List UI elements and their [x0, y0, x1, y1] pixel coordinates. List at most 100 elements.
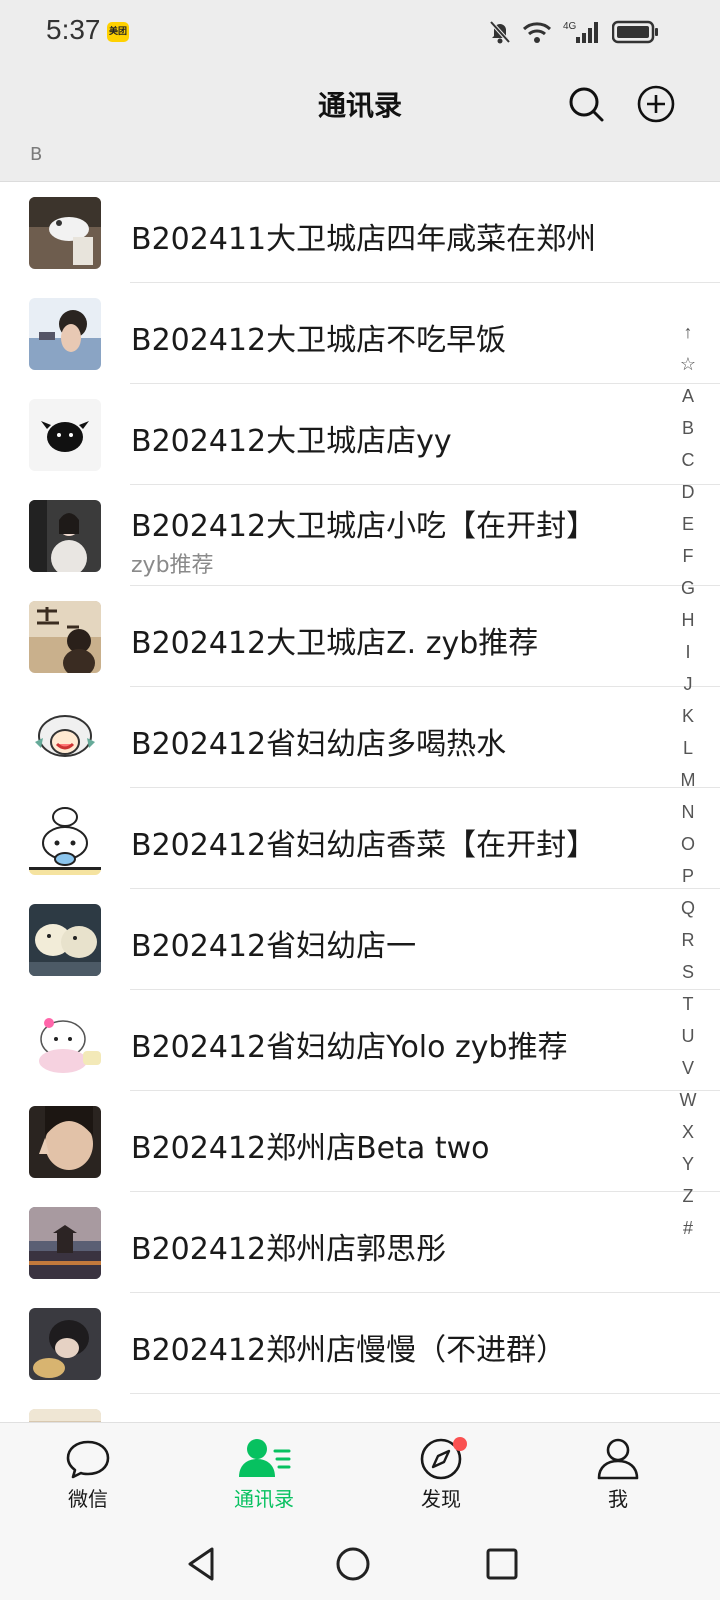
index-letter[interactable]: U — [676, 1020, 700, 1052]
index-letter[interactable]: K — [676, 700, 700, 732]
battery-icon — [612, 20, 658, 44]
contact-list[interactable]: B202411大卫城店四年咸菜在郑州 B202412大卫城店不吃早饭 B2024… — [0, 182, 720, 1495]
contact-row[interactable]: B202412大卫城店小吃【在开封】 zyb推荐 — [0, 485, 720, 586]
avatar — [29, 500, 101, 572]
home-circle-icon — [336, 1547, 370, 1581]
contact-note: zyb推荐 — [131, 553, 214, 578]
contact-name: B202412大卫城店不吃早饭 — [131, 323, 507, 358]
index-letter[interactable]: V — [676, 1052, 700, 1084]
tab-chats[interactable]: 微信 — [28, 1437, 148, 1512]
recents-square-icon — [486, 1548, 518, 1580]
contact-name: B202411大卫城店四年咸菜在郑州 — [131, 222, 597, 257]
index-letter[interactable]: E — [676, 508, 700, 540]
contact-row[interactable]: B202412大卫城店店yy — [0, 384, 720, 485]
avatar — [29, 399, 101, 471]
index-letter[interactable]: G — [676, 572, 700, 604]
tab-me[interactable]: 我 — [558, 1437, 678, 1512]
mute-bell-icon — [489, 20, 511, 44]
avatar — [29, 197, 101, 269]
index-letter[interactable]: O — [676, 828, 700, 860]
status-time: 5:37 — [46, 14, 101, 45]
status-icons: 4G — [488, 18, 660, 46]
person-icon — [597, 1438, 639, 1480]
tab-label: 发现 — [421, 1487, 461, 1511]
contact-name: B202412大卫城店店yy — [131, 424, 452, 459]
contact-row[interactable]: B202412省妇幼店一 — [0, 889, 720, 990]
avatar — [29, 904, 101, 976]
notification-dot — [453, 1437, 467, 1451]
avatar — [29, 1207, 101, 1279]
contact-name: B202412省妇幼店多喝热水 — [131, 727, 507, 762]
contact-name: B202412省妇幼店一 — [131, 929, 417, 964]
index-letter[interactable]: N — [676, 796, 700, 828]
contact-row[interactable]: B202412郑州店郭思彤 — [0, 1192, 720, 1293]
add-button[interactable] — [636, 84, 676, 124]
tab-label: 我 — [608, 1487, 628, 1511]
index-letter[interactable]: C — [676, 444, 700, 476]
index-letter[interactable]: Y — [676, 1148, 700, 1180]
index-letter[interactable]: X — [676, 1116, 700, 1148]
recents-button[interactable] — [482, 1544, 522, 1584]
index-letter[interactable]: ↑ — [676, 316, 700, 348]
contact-row[interactable]: B202411大卫城店四年咸菜在郑州 — [0, 182, 720, 283]
tab-discover[interactable]: 发现 — [381, 1437, 501, 1512]
contact-name: B202412郑州店Beta two — [131, 1131, 490, 1166]
wifi-icon — [522, 22, 552, 43]
page-title: 通讯录 — [317, 89, 402, 122]
index-letter[interactable]: W — [676, 1084, 700, 1116]
home-button[interactable] — [333, 1544, 373, 1584]
contact-name: B202412郑州店慢慢（不进群） — [131, 1333, 567, 1368]
index-letter[interactable]: J — [676, 668, 700, 700]
svg-text:4G: 4G — [563, 21, 577, 32]
section-header: B — [0, 144, 720, 182]
avatar — [29, 601, 101, 673]
index-letter[interactable]: T — [676, 988, 700, 1020]
index-letter[interactable]: L — [676, 732, 700, 764]
top-bar: 通讯录 — [0, 64, 720, 144]
contact-name: B202412大卫城店Z. zyb推荐 — [131, 626, 539, 661]
plus-circle-icon — [637, 85, 675, 123]
index-letter[interactable]: # — [676, 1212, 700, 1244]
index-letter[interactable]: S — [676, 956, 700, 988]
contact-row[interactable]: B202412大卫城店不吃早饭 — [0, 283, 720, 384]
contact-name: B202412郑州店郭思彤 — [131, 1232, 447, 1267]
contact-row[interactable]: B202412省妇幼店Yolo zyb推荐 — [0, 990, 720, 1091]
chat-bubble-icon — [66, 1440, 110, 1479]
index-letter[interactable]: B — [676, 412, 700, 444]
index-letter[interactable]: F — [676, 540, 700, 572]
contact-name: B202412大卫城店小吃【在开封】 — [131, 509, 597, 544]
contact-row[interactable]: B202412郑州店慢慢（不进群） — [0, 1293, 720, 1394]
index-letter[interactable]: ☆ — [676, 348, 700, 380]
index-letter[interactable]: A — [676, 380, 700, 412]
contact-row[interactable]: B202412郑州店Beta two — [0, 1091, 720, 1192]
contact-name: B202412省妇幼店香菜【在开封】 — [131, 828, 597, 863]
tab-label: 通讯录 — [234, 1487, 294, 1511]
section-letter: B — [30, 144, 43, 165]
bottom-tab-bar: 微信 通讯录 发现 我 — [0, 1422, 720, 1526]
tab-contacts[interactable]: 通讯录 — [204, 1437, 324, 1512]
contact-row[interactable]: B202412省妇幼店多喝热水 — [0, 687, 720, 788]
status-bar: 5:37 美团 4G — [0, 0, 720, 64]
meituan-notification-icon: 美团 — [107, 22, 129, 42]
search-button[interactable] — [566, 84, 606, 124]
index-letter[interactable]: H — [676, 604, 700, 636]
avatar — [29, 702, 101, 774]
back-button[interactable] — [182, 1544, 222, 1584]
contact-row[interactable]: B202412省妇幼店香菜【在开封】 — [0, 788, 720, 889]
avatar — [29, 1308, 101, 1380]
tab-label: 微信 — [68, 1487, 108, 1511]
index-letter[interactable]: I — [676, 636, 700, 668]
index-letter[interactable]: Z — [676, 1180, 700, 1212]
index-letter[interactable]: D — [676, 476, 700, 508]
index-letter[interactable]: R — [676, 924, 700, 956]
avatar — [29, 1106, 101, 1178]
contacts-icon — [239, 1439, 291, 1477]
index-letter[interactable]: M — [676, 764, 700, 796]
back-triangle-icon — [188, 1547, 214, 1581]
index-letter[interactable]: Q — [676, 892, 700, 924]
avatar — [29, 298, 101, 370]
contact-row[interactable]: B202412大卫城店Z. zyb推荐 — [0, 586, 720, 687]
alphabet-index[interactable]: ↑ ☆ A B C D E F G H I J K L M N O P Q R S T U V W X Y Z # — [676, 316, 700, 1244]
cellular-signal-icon: 4G — [563, 21, 598, 43]
index-letter[interactable]: P — [676, 860, 700, 892]
